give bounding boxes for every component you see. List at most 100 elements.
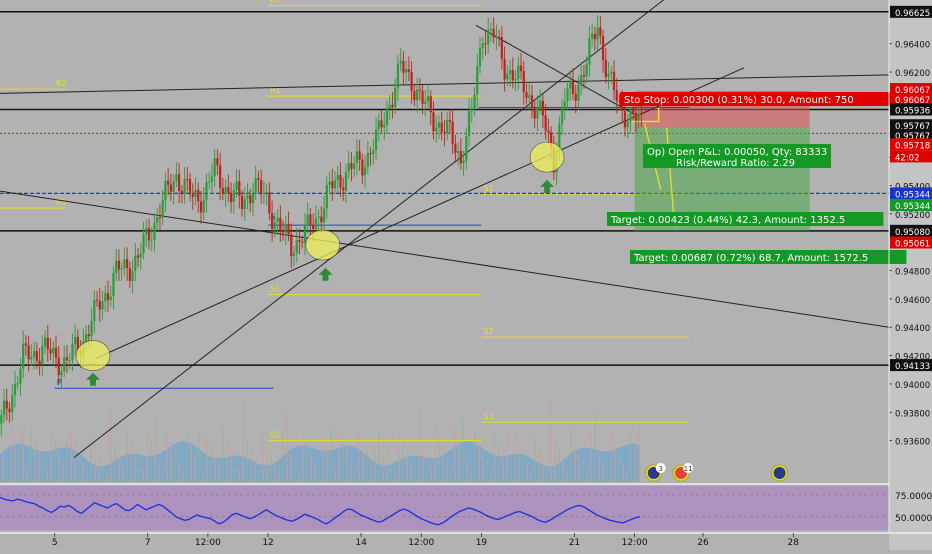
candle-body bbox=[109, 296, 112, 301]
volume-bar bbox=[82, 462, 84, 482]
candle-body bbox=[11, 395, 14, 412]
volume-bar bbox=[66, 440, 68, 482]
volume-bar bbox=[42, 458, 44, 482]
price-marker-label: 0.95936 bbox=[895, 106, 930, 116]
candle-body bbox=[281, 230, 285, 233]
volume-bar bbox=[306, 444, 308, 482]
candle-body bbox=[240, 195, 244, 210]
forex-candlestick-chart[interactable]: R2R1R2R1PS1S2PS3S2S1 Sto Stop: 0.00300 (… bbox=[0, 0, 932, 550]
candle-body bbox=[251, 194, 255, 204]
volume-bar bbox=[326, 446, 328, 482]
candle-body bbox=[593, 33, 596, 40]
volume-bar bbox=[54, 440, 56, 482]
volume-bar bbox=[218, 465, 220, 482]
candle-body bbox=[629, 107, 632, 122]
candle-body bbox=[19, 368, 22, 384]
candle-body bbox=[65, 357, 69, 361]
price-marker-label: 0.95344 bbox=[895, 202, 930, 212]
candle-body bbox=[448, 119, 452, 122]
volume-bar bbox=[118, 456, 120, 482]
volume-bar bbox=[342, 438, 344, 482]
volume-bar bbox=[566, 467, 568, 482]
pivot-level-label: S2 bbox=[270, 431, 280, 440]
volume-bar bbox=[266, 440, 268, 482]
volume-bar bbox=[626, 473, 628, 482]
candle-body bbox=[508, 70, 512, 74]
candle-body bbox=[312, 224, 315, 230]
price-tick-label: 0.96400 bbox=[895, 41, 930, 51]
candle-body bbox=[612, 71, 616, 91]
volume-bar bbox=[534, 436, 536, 482]
candle-body bbox=[104, 293, 107, 302]
volume-bar bbox=[274, 460, 276, 482]
volume-bar bbox=[22, 426, 24, 482]
candle-body bbox=[213, 158, 216, 177]
volume-bar bbox=[446, 456, 448, 482]
oscillator-level-label: 75.0000 bbox=[895, 492, 932, 502]
candle-body bbox=[451, 121, 454, 144]
volume-bar bbox=[402, 443, 404, 482]
candle-body bbox=[13, 383, 17, 396]
candle-body bbox=[57, 357, 60, 376]
candle-body bbox=[577, 84, 580, 101]
candle-body bbox=[333, 180, 337, 189]
volume-bar bbox=[638, 425, 640, 482]
candle-body bbox=[364, 167, 367, 176]
candle-body bbox=[544, 115, 547, 131]
candle-body bbox=[238, 181, 241, 196]
candle-body bbox=[385, 108, 389, 125]
volume-bar bbox=[382, 441, 384, 482]
volume-bar bbox=[182, 471, 184, 482]
volume-bar bbox=[90, 434, 92, 482]
candle-body bbox=[180, 190, 183, 194]
candle-body bbox=[46, 337, 49, 350]
candle-body bbox=[301, 241, 304, 243]
candle-body bbox=[117, 260, 121, 270]
candle-body bbox=[536, 107, 539, 119]
candle-body bbox=[139, 253, 142, 258]
volume-bar bbox=[490, 470, 492, 482]
volume-bar bbox=[526, 464, 528, 482]
target1-label: Target: 0.00423 (0.44%) 42.3, Amount: 13… bbox=[610, 215, 845, 226]
candle-body bbox=[158, 217, 162, 219]
volume-bar bbox=[114, 446, 116, 482]
candle-body bbox=[95, 299, 99, 301]
candle-body bbox=[591, 33, 594, 39]
candle-body bbox=[287, 224, 290, 235]
candle-body bbox=[500, 37, 503, 60]
candle-body bbox=[167, 180, 170, 185]
volume-bar bbox=[262, 430, 264, 482]
volume-bar bbox=[78, 452, 80, 482]
volume-bar bbox=[102, 464, 104, 482]
volume-bar bbox=[2, 455, 4, 482]
volume-bar bbox=[302, 434, 304, 482]
candle-body bbox=[175, 174, 178, 182]
time-tick-label: 21 bbox=[569, 538, 580, 548]
volume-bar bbox=[558, 447, 560, 482]
volume-bar bbox=[190, 443, 192, 482]
candle-body bbox=[106, 293, 110, 301]
volume-bar bbox=[70, 432, 72, 482]
volume-bar bbox=[406, 453, 408, 482]
volume-bar bbox=[338, 428, 340, 482]
candle-body bbox=[52, 347, 55, 354]
volume-bar bbox=[270, 450, 272, 482]
candle-body bbox=[246, 195, 249, 199]
candle-body bbox=[284, 224, 287, 233]
candle-body bbox=[0, 415, 3, 424]
volume-bar bbox=[426, 455, 428, 482]
price-tick-label: 0.94600 bbox=[895, 296, 930, 306]
candle-body bbox=[271, 213, 274, 229]
candle-body bbox=[131, 270, 134, 282]
pnl-label: Op) Open P&L: 0.00050, Qty: 83333 bbox=[647, 147, 827, 158]
candle-body bbox=[525, 92, 528, 98]
candle-body bbox=[38, 360, 41, 365]
candle-body bbox=[279, 217, 282, 231]
candle-body bbox=[623, 111, 627, 128]
volume-bar bbox=[394, 471, 396, 482]
volume-bar bbox=[362, 439, 364, 482]
candle-body bbox=[415, 89, 419, 101]
candle-body bbox=[126, 259, 129, 269]
candle-body bbox=[610, 71, 613, 74]
volume-bar bbox=[62, 460, 64, 482]
